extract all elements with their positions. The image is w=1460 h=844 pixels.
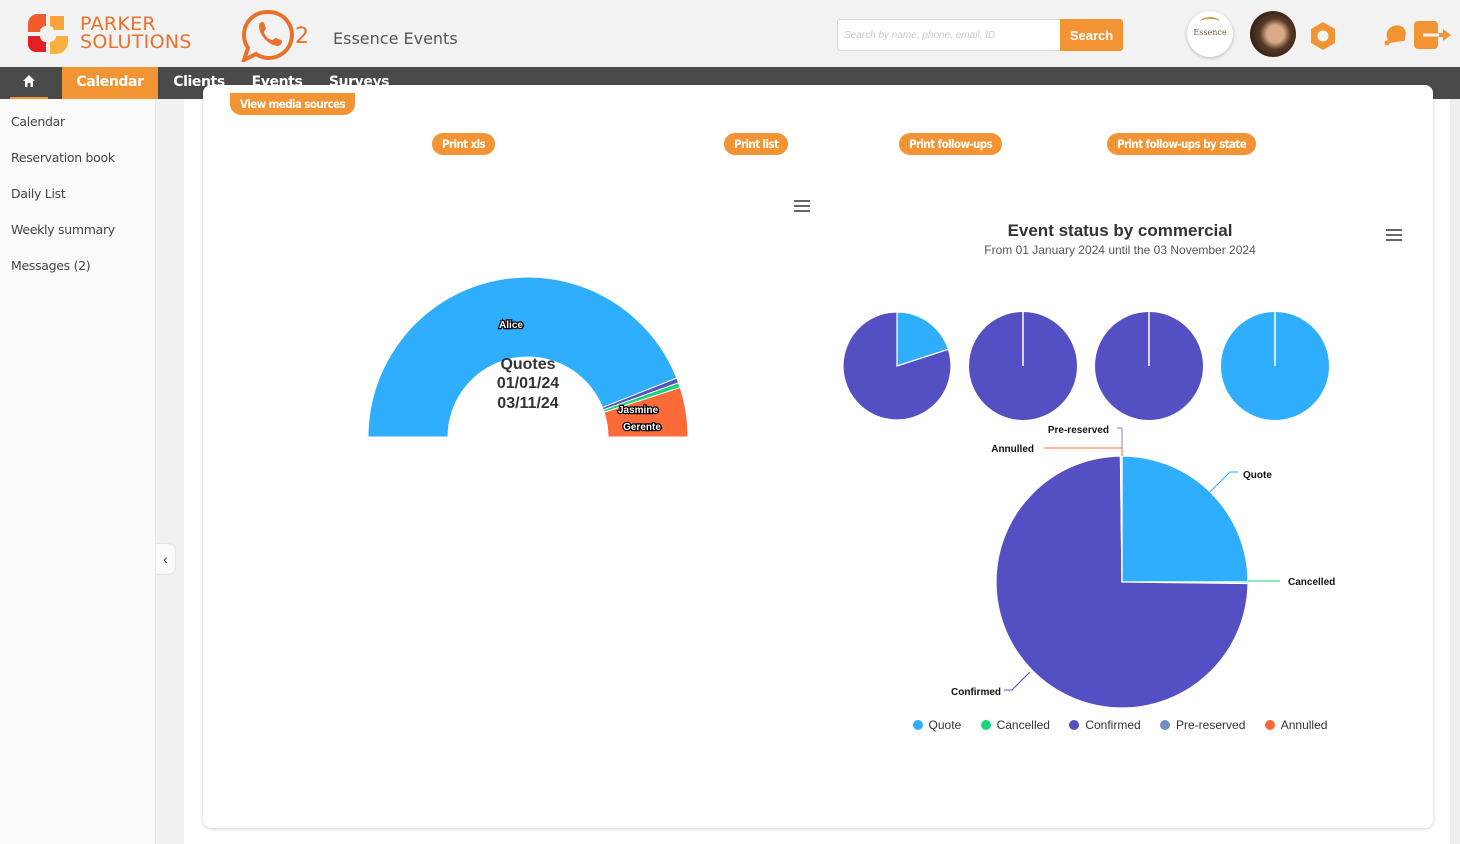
- legend-item-pre-reserved[interactable]: Pre-reserved: [1160, 718, 1245, 732]
- logout-icon[interactable]: [1413, 20, 1455, 50]
- semi-center-title: Quotes: [500, 356, 555, 373]
- pie-label-cancelled: Cancelled: [1288, 577, 1335, 588]
- company-logo-avatar[interactable]: Essence: [1187, 11, 1233, 57]
- nav-calendar[interactable]: Calendar: [62, 67, 158, 99]
- company-logo-text: Essence: [1193, 28, 1227, 37]
- sidebar-item-reservation-book[interactable]: Reservation book: [11, 150, 115, 165]
- connector-pre-reserved: [1117, 427, 1123, 456]
- legend-dot-confirmed: [1069, 720, 1080, 730]
- print-follow-ups-by-state-button[interactable]: Print follow-ups by state: [1107, 133, 1257, 155]
- brand-line-2: SOLUTIONS: [80, 31, 192, 53]
- bell-icon[interactable]: [1381, 23, 1409, 47]
- search-input[interactable]: [837, 19, 1061, 51]
- print-follow-ups-button[interactable]: Print follow-ups: [899, 133, 1003, 155]
- legend-item-confirmed[interactable]: Confirmed: [1069, 718, 1141, 732]
- sidebar: Calendar Reservation book Daily List Wee…: [0, 99, 156, 844]
- legend-label: Pre-reserved: [1176, 718, 1246, 732]
- semi-center-date-from: 01/01/24: [497, 375, 559, 392]
- ornament-icon: [1200, 17, 1220, 27]
- print-list-button[interactable]: Print list: [724, 133, 789, 155]
- semi-label-alice: Alice: [499, 320, 523, 331]
- whatsapp-icon[interactable]: [240, 8, 296, 62]
- connector-confirmed: [1004, 671, 1031, 691]
- legend-item-cancelled[interactable]: Cancelled: [980, 718, 1050, 732]
- pie-label-confirmed: Confirmed: [951, 687, 1001, 698]
- chart-menu-button-right[interactable]: [1386, 229, 1402, 241]
- brand-name: PARKER SOLUTIONS: [80, 15, 192, 53]
- main-pie-slice-4[interactable]: [1120, 455, 1123, 583]
- sidebar-item-calendar[interactable]: Calendar: [11, 114, 65, 129]
- sidebar-item-messages[interactable]: Messages (2): [11, 258, 91, 273]
- legend-dot-cancelled: [980, 720, 991, 730]
- legend-label: Annulled: [1280, 718, 1328, 732]
- search-button[interactable]: Search: [1060, 19, 1123, 51]
- legend-item-quote[interactable]: Quote: [912, 718, 962, 732]
- legend-label: Quote: [928, 718, 962, 732]
- chart-legend: Quote Cancelled Confirmed Pre-reserved A…: [900, 718, 1340, 732]
- legend-item-annulled[interactable]: Annulled: [1264, 718, 1328, 732]
- settings-hexagon-icon[interactable]: [1308, 21, 1338, 51]
- nav-home[interactable]: [10, 67, 48, 99]
- status-pies-chart: Quote Cancelled Confirmed Pre-reserved Annul…: [842, 311, 1335, 709]
- pie-label-quote: Quote: [1243, 470, 1272, 481]
- legend-dot-pre-reserved: [1160, 720, 1171, 730]
- semi-center-date-to: 03/11/24: [497, 395, 559, 412]
- semi-label-jasmine: Jasmine: [618, 405, 658, 416]
- semi-label-gerente: Gerente: [623, 422, 661, 433]
- chart-menu-button-left[interactable]: [794, 200, 810, 212]
- sidebar-item-weekly-summary[interactable]: Weekly summary: [11, 222, 115, 237]
- home-icon: [23, 75, 35, 87]
- view-media-sources-button[interactable]: View media sources: [230, 93, 356, 115]
- quotes-semi-donut-chart: Quotes 01/01/24 03/11/24 Alice Jasmine Ger…: [367, 276, 689, 438]
- company-name: Essence Events: [333, 29, 458, 48]
- legend-label: Cancelled: [996, 718, 1050, 732]
- page-scrollbar[interactable]: [1450, 99, 1460, 844]
- collapse-sidebar-button[interactable]: ‹: [156, 543, 176, 575]
- pie-label-annulled: Annulled: [991, 444, 1034, 455]
- user-avatar[interactable]: [1250, 11, 1296, 57]
- print-xls-button[interactable]: Print xls: [432, 133, 496, 155]
- sidebar-item-daily-list[interactable]: Daily List: [11, 186, 66, 201]
- legend-dot-quote: [912, 720, 923, 730]
- main-pie-slice-0[interactable]: [1121, 455, 1249, 583]
- chart-subtitle: From 01 January 2024 until the 03 Novemb…: [984, 243, 1256, 257]
- sidebar-gutter: [157, 99, 184, 844]
- whatsapp-count: 2: [295, 24, 309, 49]
- connector-quote: [1209, 471, 1238, 493]
- top-bar: PARKER SOLUTIONS 2 Essence Events Search…: [0, 0, 1460, 67]
- pie-label-pre-reserved: Pre-reserved: [1048, 425, 1109, 436]
- parker-logo-icon: [27, 14, 68, 54]
- connector-annulled: [1044, 447, 1123, 456]
- legend-dot-annulled: [1264, 720, 1275, 730]
- legend-label: Confirmed: [1085, 718, 1141, 732]
- chart-title: Event status by commercial: [1007, 221, 1233, 240]
